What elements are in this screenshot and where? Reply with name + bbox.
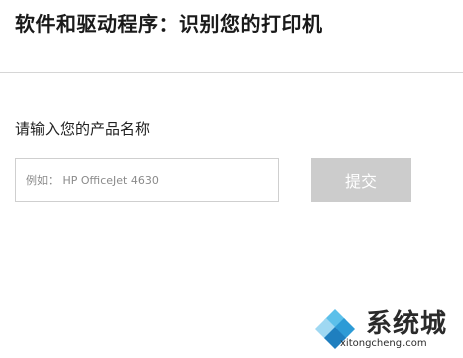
product-name-input[interactable]	[26, 173, 266, 187]
printer-identify-page: 软件和驱动程序：识别您的打印机 请输入您的产品名称 提交 系统城 xitongc…	[0, 0, 463, 358]
product-name-prompt: 请输入您的产品名称	[15, 120, 151, 138]
page-title: 软件和驱动程序：识别您的打印机	[15, 12, 323, 36]
header-divider	[0, 72, 463, 73]
product-name-field[interactable]	[15, 158, 279, 202]
watermark-domain: xitongcheng.com	[340, 338, 427, 349]
watermark-site-name: 系统城	[366, 309, 448, 339]
watermark: 系统城 xitongcheng.com	[304, 300, 463, 358]
submit-button[interactable]: 提交	[311, 158, 411, 202]
